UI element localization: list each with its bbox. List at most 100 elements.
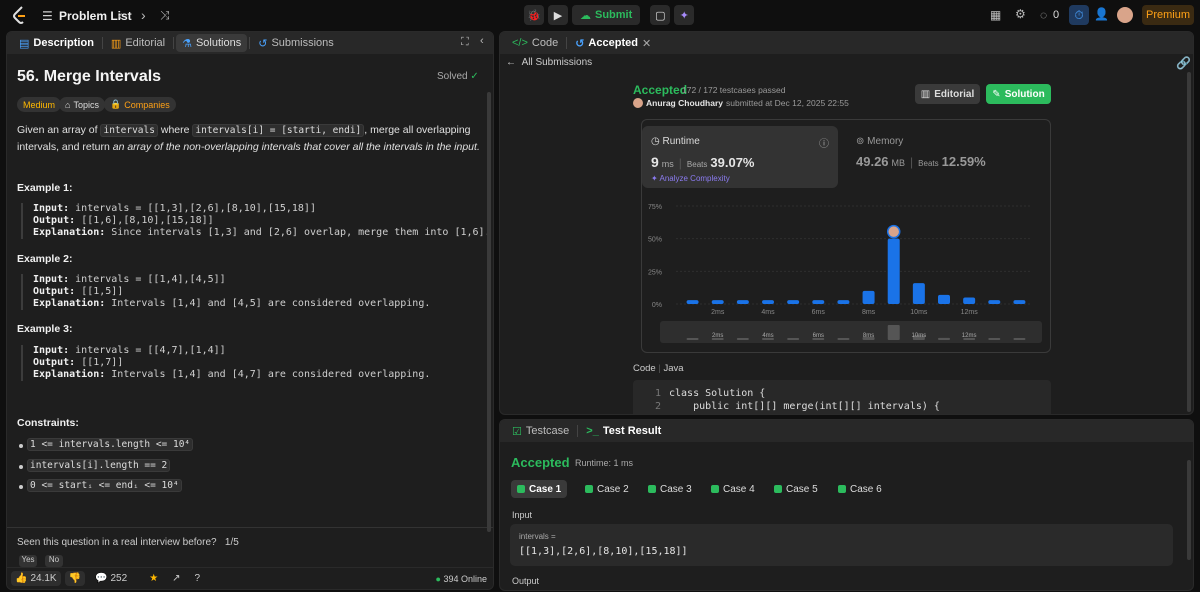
prev-problem-icon[interactable]: ‹: [118, 7, 123, 23]
case-tab-4[interactable]: Case 4: [705, 480, 761, 498]
interview-yes-button[interactable]: Yes: [19, 555, 37, 567]
companies-tag[interactable]: 🔒 Companies: [104, 97, 176, 112]
close-tab-icon[interactable]: ✕: [642, 37, 651, 50]
user-avatar[interactable]: [1117, 7, 1133, 23]
problem-list-icon[interactable]: ☰: [42, 9, 53, 23]
editorial-button[interactable]: ▥ Editorial: [915, 84, 980, 104]
code-header: Code | Java: [633, 363, 684, 374]
divider: [7, 527, 493, 528]
user-position-marker: [886, 224, 901, 239]
submit-button[interactable]: ☁ Submit: [572, 5, 641, 25]
input-value: [[1,3],[2,6],[8,10],[15,18]]: [519, 546, 688, 557]
lock-icon: 🔒: [110, 99, 122, 109]
history-icon: ↺: [575, 37, 585, 50]
shuffle-icon[interactable]: ⤨: [160, 8, 170, 23]
tag-icon: ⌂: [65, 99, 71, 110]
problem-description: Given an array of intervals where interv…: [17, 124, 480, 153]
runtime-card[interactable]: ◷ Runtime ⓘ 9 ms | Beats 39.07% ✦ Analyz…: [642, 126, 838, 188]
overview-bar: [686, 338, 699, 340]
bottom-scrollbar[interactable]: [1187, 460, 1191, 560]
chart-bar: [912, 283, 925, 304]
right-scrollbar[interactable]: [1187, 72, 1191, 412]
dislike-icon[interactable]: 👎: [64, 571, 86, 586]
streak-fire-icon[interactable]: ◌: [1040, 8, 1047, 22]
tab-test-result[interactable]: >_ Test Result: [580, 422, 667, 440]
terminal-icon: >_: [586, 425, 599, 437]
x-tick-label: 6ms: [812, 309, 826, 316]
chart-bar: [837, 300, 850, 304]
runtime-distribution-chart[interactable]: 75% 50% 25% 0% 2ms 4ms 6ms 8ms 10ms 12ms 2ms 4ms 6ms…: [642, 194, 1052, 344]
memory-card[interactable]: ⊚ Memory: [856, 136, 903, 147]
interview-no-button[interactable]: No: [45, 555, 63, 567]
check-icon: [517, 485, 525, 493]
tab-submissions[interactable]: ↺ Submissions: [252, 34, 340, 52]
chart-bar: [812, 300, 825, 304]
favorite-star-icon[interactable]: ★: [149, 573, 158, 584]
ai-sparkle-icon[interactable]: ✦: [674, 5, 695, 25]
difficulty-badge[interactable]: Medium: [17, 97, 62, 112]
chart-bar: [988, 300, 1001, 304]
tab-testcase[interactable]: ☑ Testcase: [506, 422, 575, 440]
check-icon: [648, 485, 656, 493]
case-tab-6[interactable]: Case 6: [832, 480, 888, 498]
problem-title[interactable]: 56. Merge Intervals: [17, 68, 161, 86]
stats-box: ◷ Runtime ⓘ 9 ms | Beats 39.07% ✦ Analyz…: [641, 119, 1051, 353]
output-label: Output: [512, 576, 540, 586]
overview-tick-label: 8ms: [863, 333, 874, 339]
comment-icon: 💬: [95, 573, 108, 584]
run-button[interactable]: ▶: [548, 5, 568, 25]
debug-icon[interactable]: 🐞: [524, 5, 544, 25]
info-icon[interactable]: ⓘ: [819, 135, 829, 150]
settings-gear-icon[interactable]: ⚙: [1015, 7, 1026, 21]
submitter-info: Anurag Choudhary submitted at Dec 12, 20…: [633, 98, 849, 108]
memory-beats: 12.59%: [941, 154, 986, 169]
share-icon[interactable]: ↗: [172, 573, 180, 584]
expand-icon[interactable]: ⛶: [461, 36, 469, 49]
chart-bar: [787, 300, 800, 304]
description-panel: ▤ Description ▥ Editorial ⚗ Solutions ↺ Subm…: [6, 31, 494, 590]
solution-button[interactable]: ✎ Solution: [986, 84, 1051, 104]
case-tab-3[interactable]: Case 3: [642, 480, 698, 498]
tab-accepted[interactable]: ↺ Accepted ✕: [569, 34, 657, 52]
check-icon: [774, 485, 782, 493]
like-button[interactable]: 👍 24.1K: [11, 571, 61, 586]
collapse-icon[interactable]: ‹: [480, 35, 484, 47]
top-bar: ☰ Problem List ‹ › ⤨ 🐞 ▶ ☁ Submit ▢ ✦ ▦ ⚙…: [0, 0, 1200, 30]
premium-button[interactable]: Premium: [1142, 5, 1194, 25]
submitter-avatar: [633, 98, 643, 108]
chart-bar: [887, 238, 900, 304]
topics-tag[interactable]: ⌂ Topics: [59, 97, 105, 112]
tab-description[interactable]: ▤ Description: [13, 34, 100, 52]
all-submissions-link[interactable]: ← All Submissions: [506, 57, 592, 68]
y-tick-label: 25%: [648, 269, 662, 276]
tab-solutions[interactable]: ⚗ Solutions: [176, 34, 248, 52]
leetcode-logo-icon[interactable]: [12, 6, 28, 24]
check-icon: [585, 485, 593, 493]
comments-button[interactable]: 💬 252: [95, 573, 127, 584]
streak-count: 0: [1053, 9, 1060, 21]
chart-bar: [686, 300, 699, 304]
submission-panel: </> Code ↺ Accepted ✕ ← All Submissions 🔗 A…: [499, 31, 1194, 415]
tab-editorial[interactable]: ▥ Editorial: [105, 34, 171, 52]
submitter-name[interactable]: Anurag Choudhary: [646, 98, 723, 108]
example-1-title: Example 1:: [17, 182, 73, 194]
add-collaborator-icon[interactable]: 👤: [1094, 7, 1109, 21]
case-tab-1[interactable]: Case 1: [511, 480, 568, 498]
runtime-value: 9: [651, 154, 659, 170]
next-problem-icon[interactable]: ›: [141, 7, 146, 23]
case-tab-5[interactable]: Case 5: [768, 480, 824, 498]
notes-icon[interactable]: ▢: [650, 5, 671, 25]
layout-grid-icon[interactable]: ▦: [990, 8, 1001, 22]
timer-icon[interactable]: ⏱: [1069, 5, 1089, 25]
left-scrollbar[interactable]: [487, 92, 491, 532]
link-icon[interactable]: 🔗: [1176, 56, 1191, 70]
code-block: 12 class Solution { public int[][] merge…: [633, 380, 1051, 414]
code-tab-bar: </> Code ↺ Accepted ✕: [500, 32, 1193, 54]
case-tab-2[interactable]: Case 2: [579, 480, 635, 498]
code-icon: </>: [512, 37, 528, 49]
check-icon: [838, 485, 846, 493]
tab-code[interactable]: </> Code: [506, 34, 564, 52]
help-icon[interactable]: ?: [195, 573, 201, 584]
example-2: Input: intervals = [[1,4],[4,5]] Output:…: [21, 274, 430, 310]
analyze-complexity-link[interactable]: ✦ Analyze Complexity: [651, 174, 730, 183]
